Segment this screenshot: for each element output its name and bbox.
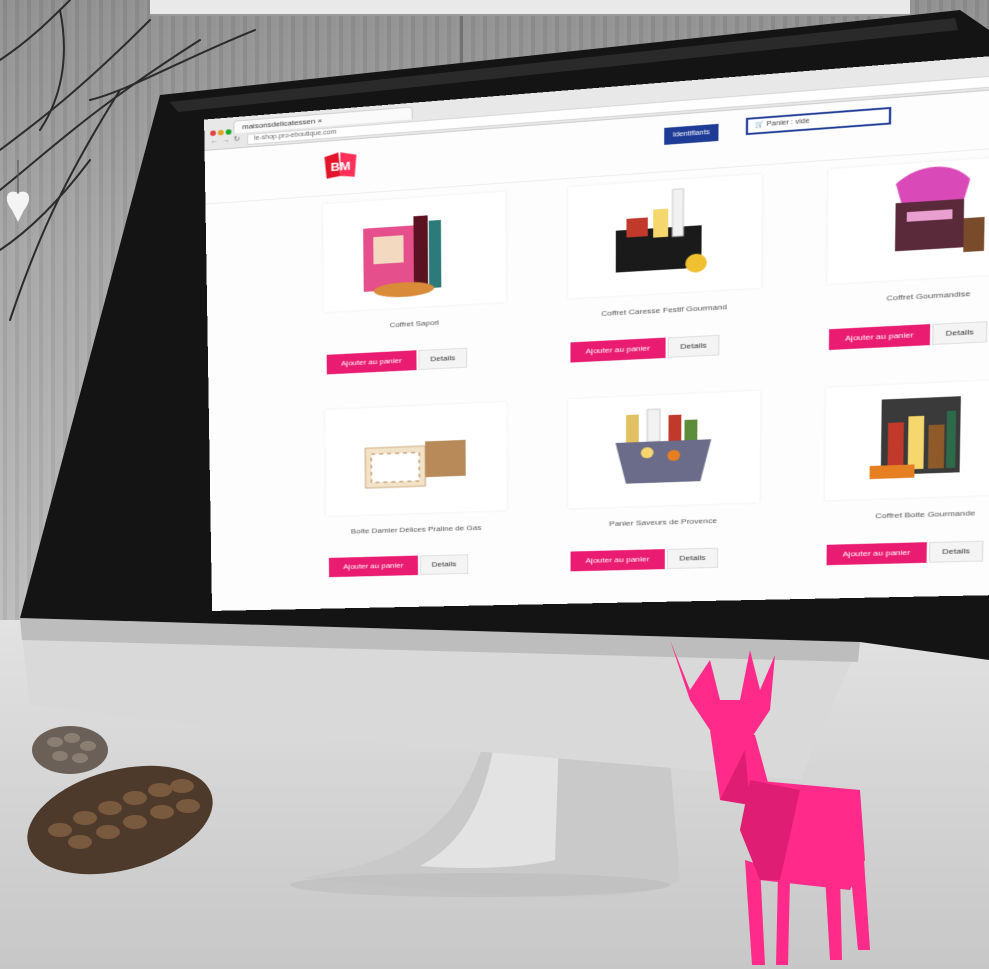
product-name[interactable]: Boîte Damier Délices Praline de Gas [317,522,517,536]
screen-display: maisonsdelicatessen × ← → ↻ le-shop.pro-… [204,40,989,611]
details-button[interactable]: Details [419,554,469,575]
gift-box-illustration [894,164,985,253]
add-to-cart-button[interactable]: Ajouter au panier [328,555,419,578]
product-image[interactable] [825,378,989,501]
details-button[interactable]: Details [667,334,720,358]
product-image[interactable] [568,173,763,299]
product-card: Boîte Damier Délices Praline de Gas Ajou… [315,402,517,587]
cart-status: Panier : vide [766,117,810,128]
gift-box-illustration [363,215,442,299]
product-card: Coffret Sapori Ajouter au panier Details [313,191,516,384]
product-image[interactable] [568,390,761,509]
details-button[interactable]: Details [666,547,719,570]
add-to-cart-button[interactable]: Ajouter au panier [826,542,927,566]
svg-text:BM: BM [330,159,350,174]
details-button[interactable]: Details [928,540,984,563]
product-card: Coffret Caresse Festif Gourmand Ajouter … [558,173,773,372]
close-dot-icon[interactable] [210,130,216,137]
minimize-dot-icon[interactable] [217,129,224,136]
forward-arrow-icon[interactable]: → [222,136,230,145]
add-to-cart-button[interactable]: Ajouter au panier [828,324,931,351]
add-to-cart-button[interactable]: Ajouter au panier [570,549,665,572]
product-name[interactable]: Coffret Caresse Festif Gourmand [558,300,772,320]
product-name[interactable]: Coffret Gourmandise [816,285,989,306]
gift-box-illustration [869,396,961,480]
cart-summary[interactable]: 🛒 Panier : vide [745,106,892,136]
gift-basket-illustration [615,391,712,485]
back-arrow-icon[interactable]: ← [210,136,218,145]
product-image[interactable] [325,402,507,516]
product-card: Coffret Gourmandise Ajouter au panier De… [815,154,989,360]
product-card: Panier Saveurs de Provence Ajouter au pa… [558,390,771,580]
product-image[interactable] [827,155,989,284]
login-button[interactable]: Identifiants [664,123,719,145]
reload-icon[interactable]: ↻ [233,135,240,144]
product-image[interactable] [322,191,506,313]
site-logo[interactable]: BM [320,147,360,183]
gift-box-illustration [615,174,707,274]
details-button[interactable]: Details [418,347,468,370]
add-to-cart-button[interactable]: Ajouter au panier [326,350,417,375]
gift-box-illustration [325,439,466,516]
pink-deer-figurine [670,640,870,965]
cart-icon: 🛒 [754,121,765,129]
product-name[interactable]: Panier Saveurs de Provence [558,515,770,529]
maximize-dot-icon[interactable] [225,129,232,135]
product-card: Coffret Boite Gourmande Ajouter au panie… [813,378,989,574]
add-to-cart-button[interactable]: Ajouter au panier [570,337,666,363]
product-name[interactable]: Coffret Boite Gourmande [814,507,989,522]
details-button[interactable]: Details [932,321,988,346]
product-name[interactable]: Coffret Sapori [314,314,516,333]
pine-cones-decoration [27,726,213,875]
